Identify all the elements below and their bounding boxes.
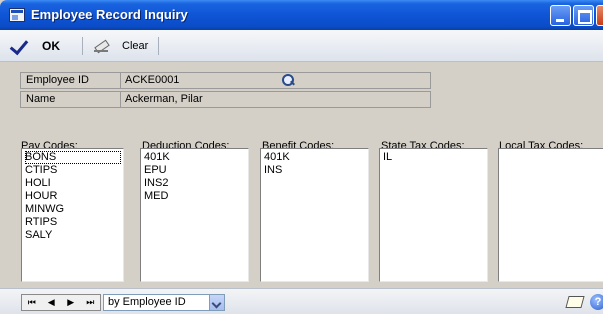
next-record-button[interactable]: ▶ (63, 295, 79, 310)
employee-id-row: Employee ID ACKE0001 (20, 72, 431, 89)
list-item[interactable]: 401K (144, 151, 245, 164)
name-label: Name (26, 93, 56, 105)
list-item[interactable]: HOUR (25, 190, 120, 203)
toolbar-separator (158, 37, 159, 55)
toolbar: OK Clear (0, 30, 603, 62)
sort-by-select[interactable]: by Employee ID (103, 294, 225, 311)
state-tax-codes-list[interactable]: IL (379, 148, 488, 282)
ok-button[interactable]: OK (8, 36, 60, 56)
employee-id-label: Employee ID (26, 74, 89, 86)
name-row: Name Ackerman, Pilar (20, 91, 431, 108)
list-item[interactable]: IL (383, 151, 484, 164)
toolbar-separator (82, 37, 83, 55)
list-item[interactable]: MED (144, 190, 245, 203)
bottom-bar: ⏮ ◀ ▶ ⏭ by Employee ID ? (0, 288, 603, 314)
list-item[interactable]: RTIPS (25, 216, 120, 229)
close-button[interactable] (596, 5, 603, 26)
record-navigation: ⏮ ◀ ▶ ⏭ (21, 294, 101, 311)
deduction-codes-list[interactable]: 401K EPU INS2 MED (140, 148, 249, 282)
clear-button[interactable]: Clear (92, 36, 148, 56)
window-icon (9, 8, 25, 22)
help-icon[interactable]: ? (590, 294, 603, 310)
previous-record-button[interactable]: ◀ (43, 295, 59, 310)
benefit-codes-list[interactable]: 401K INS (260, 148, 369, 282)
ok-label: OK (42, 39, 60, 53)
list-item[interactable]: CTIPS (25, 164, 120, 177)
list-item[interactable]: HOLI (25, 177, 120, 190)
last-record-button[interactable]: ⏭ (82, 295, 98, 310)
list-item[interactable]: EPU (144, 164, 245, 177)
list-item[interactable]: INS2 (144, 177, 245, 190)
employee-id-field[interactable]: ACKE0001 (120, 73, 254, 88)
title-bar[interactable]: Employee Record Inquiry (0, 0, 603, 30)
local-tax-codes-list[interactable] (498, 148, 603, 282)
maximize-button[interactable] (573, 5, 594, 26)
first-record-button[interactable]: ⏮ (24, 295, 40, 310)
list-item[interactable]: 401K (264, 151, 365, 164)
name-field: Ackerman, Pilar (120, 92, 430, 107)
list-item[interactable]: SALY (25, 229, 120, 242)
list-item[interactable]: BONS (25, 151, 121, 164)
clear-label: Clear (122, 40, 149, 52)
minimize-button[interactable] (550, 5, 571, 26)
list-item[interactable]: INS (264, 164, 365, 177)
chevron-down-icon[interactable] (209, 295, 224, 310)
note-icon[interactable] (565, 296, 585, 308)
sort-by-value: by Employee ID (108, 296, 186, 308)
pay-codes-list[interactable]: BONS CTIPS HOLI HOUR MINWG RTIPS SALY (21, 148, 124, 282)
window-title: Employee Record Inquiry (31, 7, 188, 22)
eraser-icon (92, 39, 110, 53)
list-item[interactable]: MINWG (25, 203, 120, 216)
checkmark-icon (8, 37, 28, 55)
magnifier-icon[interactable] (280, 74, 296, 87)
